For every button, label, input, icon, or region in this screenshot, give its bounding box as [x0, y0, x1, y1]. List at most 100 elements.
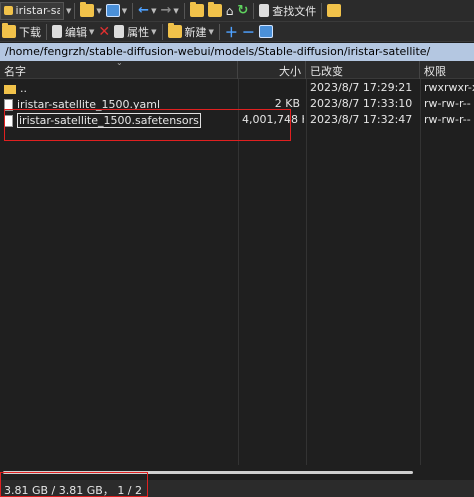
- divider: [161, 23, 163, 40]
- properties-icon: [114, 25, 125, 38]
- scrollbar-thumb[interactable]: [3, 471, 413, 474]
- file-size: [238, 80, 304, 97]
- root-folder-button[interactable]: [206, 2, 224, 20]
- delete-icon: ✕: [98, 23, 111, 40]
- column-modified-header[interactable]: 已改变: [306, 61, 420, 79]
- column-name-label: 名字: [4, 65, 26, 78]
- download-icon: [2, 23, 16, 38]
- folder-up-icon: [189, 2, 204, 17]
- action-toolbar: 下载 编辑 ▼ ✕ 属性 ▼ 新建 ▼ ＋ －: [0, 22, 474, 42]
- chevron-down-icon: ▼: [208, 27, 214, 36]
- chevron-down-icon: ▼: [151, 27, 157, 36]
- file-name-cell: ..: [0, 80, 238, 97]
- new-button[interactable]: 新建 ▼: [166, 23, 216, 41]
- properties-button[interactable]: 属性 ▼: [112, 23, 158, 41]
- divider: [218, 23, 220, 40]
- column-divider: [306, 79, 307, 465]
- column-divider: [238, 79, 239, 465]
- divider: [74, 2, 76, 19]
- column-permissions-header[interactable]: 权限: [420, 61, 474, 79]
- file-icon: [4, 98, 13, 111]
- back-button[interactable]: ← ▼: [136, 2, 158, 20]
- file-name-cell: iristar-satellite_1500.safetensors: [0, 112, 238, 129]
- file-name: iristar-satellite_1500.yaml: [17, 98, 161, 111]
- find-files-label: 查找文件: [272, 4, 317, 18]
- arrow-right-icon: →: [160, 3, 172, 18]
- grid-icon: [327, 4, 342, 17]
- table-row[interactable]: iristar-satellite_1500.yaml 2 KB 2023/8/…: [0, 96, 474, 113]
- chevron-down-icon: ▼: [151, 6, 157, 15]
- folder-tab[interactable]: iristar-sat: [0, 1, 64, 20]
- edit-icon: [52, 25, 62, 38]
- download-button[interactable]: 下载: [0, 23, 43, 41]
- file-permissions: rw-rw-r--: [424, 113, 471, 126]
- chevron-down-icon: ▼: [96, 6, 102, 15]
- panel-options-button[interactable]: [325, 2, 343, 20]
- column-name-header[interactable]: 名字 ⌄: [0, 58, 238, 79]
- table-row-selected[interactable]: iristar-satellite_1500.safetensors 4,001…: [0, 112, 474, 129]
- folder-up-icon: [4, 85, 16, 94]
- file-modified: 2023/8/7 17:32:47: [310, 113, 413, 126]
- chevron-down-icon: ▼: [89, 27, 95, 36]
- filter-icon: [105, 4, 120, 17]
- filter-select-button[interactable]: [257, 23, 275, 41]
- chevron-down-icon: ▼: [121, 6, 128, 15]
- file-permissions: rwxrwxr-x: [424, 81, 474, 94]
- delete-button[interactable]: ✕: [96, 23, 112, 41]
- column-permissions-label: 权限: [424, 65, 446, 78]
- edit-button[interactable]: 编辑 ▼: [50, 23, 96, 41]
- open-folder-icon: [80, 2, 95, 17]
- chevron-down-icon: ▼: [173, 6, 179, 15]
- column-modified-label: 已改变: [310, 65, 343, 78]
- table-row-parent-folder[interactable]: .. 2023/8/7 17:29:21 rwxrwxr-x: [0, 80, 474, 97]
- file-size: 2 KB: [274, 97, 300, 110]
- divider: [253, 2, 255, 19]
- divider: [321, 2, 323, 19]
- file-name-cell: iristar-satellite_1500.yaml: [0, 96, 238, 113]
- plus-icon: ＋: [224, 26, 238, 41]
- filter-button[interactable]: ▼: [104, 2, 129, 20]
- open-folder-button[interactable]: ▼: [78, 2, 103, 20]
- folder-tab-label: iristar-sat: [15, 4, 60, 17]
- edit-label: 编辑: [65, 25, 87, 39]
- deselect-button[interactable]: －: [240, 23, 257, 41]
- main-toolbar: iristar-sat ▼ ▼ ▼ ←▼ →▼ ⌂ ↻ 查找文件: [0, 0, 474, 22]
- new-icon: [167, 23, 182, 38]
- arrow-left-icon: ←: [138, 3, 150, 18]
- filter-icon: [258, 25, 273, 38]
- file-name: ..: [20, 82, 27, 95]
- forward-button[interactable]: → ▼: [158, 2, 180, 20]
- folder-icon: [4, 6, 13, 15]
- file-icon: [4, 114, 13, 127]
- parent-folder-button[interactable]: [188, 2, 206, 20]
- download-label: 下载: [19, 25, 41, 39]
- column-header: 名字 ⌄ 大小 已改变 权限: [0, 58, 474, 79]
- refresh-button[interactable]: ↻: [235, 2, 250, 20]
- file-modified: 2023/8/7 17:33:10: [310, 97, 413, 110]
- file-permissions: rw-rw-r--: [424, 97, 471, 110]
- column-divider: [420, 79, 421, 465]
- column-size-header[interactable]: 大小: [238, 61, 306, 79]
- path-bar[interactable]: /home/fengrzh/stable-diffusion-webui/mod…: [0, 43, 474, 61]
- file-modified: 2023/8/7 17:29:21: [310, 81, 413, 94]
- find-files-icon: [259, 4, 270, 17]
- home-icon: ⌂: [225, 3, 234, 18]
- properties-label: 属性: [127, 25, 150, 39]
- divider: [183, 2, 185, 19]
- divider: [132, 2, 134, 19]
- home-button[interactable]: ⌂: [224, 2, 236, 20]
- refresh-icon: ↻: [237, 3, 249, 18]
- select-all-button[interactable]: ＋: [223, 23, 240, 41]
- file-size: 4,001,748 KB: [242, 113, 304, 126]
- sort-chevron-icon: ⌄: [116, 58, 123, 67]
- status-bar: 3.81 GB / 3.81 GB， 1 / 2: [0, 480, 474, 497]
- horizontal-scrollbar[interactable]: [0, 468, 474, 477]
- divider: [46, 23, 47, 40]
- chevron-down-icon[interactable]: ▼: [66, 7, 71, 15]
- column-size-label: 大小: [279, 65, 301, 78]
- new-label: 新建: [184, 25, 207, 39]
- file-name: iristar-satellite_1500.safetensors: [17, 113, 201, 128]
- root-folder-icon: [207, 2, 222, 17]
- minus-icon: －: [241, 26, 255, 41]
- find-files-button[interactable]: 查找文件: [257, 2, 318, 20]
